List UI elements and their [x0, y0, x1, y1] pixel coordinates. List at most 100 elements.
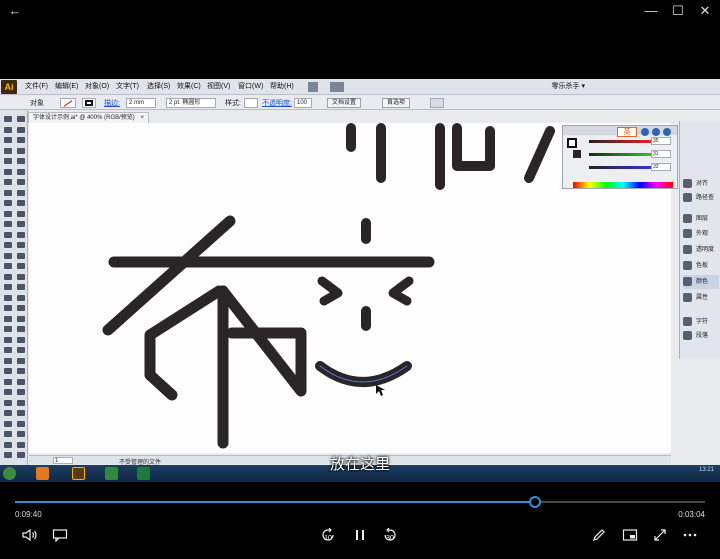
brush-definition-field[interactable]: 2 pt. 椭圆形 [166, 98, 216, 108]
tool-icon[interactable] [15, 366, 27, 376]
tool-icon[interactable] [2, 125, 14, 135]
tool-icon[interactable] [2, 156, 14, 166]
tool-icon[interactable] [15, 219, 27, 229]
bridge-icon[interactable] [308, 82, 318, 92]
tool-icon[interactable] [15, 188, 27, 198]
tool-icon[interactable] [15, 261, 27, 271]
close-button[interactable]: ✕ [696, 2, 714, 20]
tool-icon[interactable] [15, 177, 27, 187]
style-swatch[interactable] [244, 98, 258, 108]
tool-icon[interactable] [2, 135, 14, 145]
tool-icon[interactable] [15, 293, 27, 303]
tool-icon[interactable] [2, 240, 14, 250]
tool-icon[interactable] [15, 251, 27, 261]
tool-icon[interactable] [2, 440, 14, 450]
menu-object[interactable]: 对象(O) [85, 81, 109, 91]
tool-icon[interactable] [15, 209, 27, 219]
menu-select[interactable]: 选择(S) [147, 81, 170, 91]
tool-icon[interactable] [2, 114, 14, 124]
tool-icon[interactable] [15, 398, 27, 408]
ime-punctuation-icon[interactable] [652, 128, 660, 136]
tool-icon[interactable] [2, 408, 14, 418]
close-tab-icon[interactable]: × [140, 115, 144, 121]
tool-icon[interactable] [15, 324, 27, 334]
video-frame[interactable]: Ai 文件(F) 编辑(E) 对象(O) 文字(T) 选择(S) 效果(C) 视… [0, 79, 720, 482]
menu-view[interactable]: 视图(V) [207, 81, 230, 91]
tool-icon[interactable] [2, 209, 14, 219]
tool-icon[interactable] [2, 429, 14, 439]
tool-icon[interactable] [15, 198, 27, 208]
tool-icon[interactable] [2, 261, 14, 271]
seek-bar[interactable] [15, 496, 705, 508]
tool-icon[interactable] [15, 230, 27, 240]
tool-icon[interactable] [15, 272, 27, 282]
edit-button[interactable] [589, 528, 609, 546]
tool-icon[interactable] [2, 356, 14, 366]
tool-icon[interactable] [2, 177, 14, 187]
menu-file[interactable]: 文件(F) [25, 81, 48, 91]
maximize-button[interactable]: ☐ [669, 2, 687, 20]
tool-icon[interactable] [15, 167, 27, 177]
panel-item-align[interactable]: 对齐 [683, 177, 708, 191]
tool-icon[interactable] [2, 146, 14, 156]
blue-slider[interactable] [589, 166, 651, 169]
tool-icon[interactable] [2, 387, 14, 397]
tool-icon[interactable] [15, 156, 27, 166]
tool-icon[interactable] [15, 345, 27, 355]
panel-item-character[interactable]: 字符 [683, 315, 708, 329]
green-value[interactable]: 31 [651, 150, 671, 158]
stroke-color-swatch[interactable] [573, 150, 581, 158]
tool-icon[interactable] [2, 219, 14, 229]
menu-edit[interactable]: 编辑(E) [55, 81, 78, 91]
tool-icon[interactable] [15, 135, 27, 145]
ime-moon-icon[interactable] [641, 128, 649, 136]
tool-icon[interactable] [2, 282, 14, 292]
preferences-button[interactable]: 首选项 [382, 98, 411, 108]
tool-icon[interactable] [15, 282, 27, 292]
tool-icon[interactable] [15, 146, 27, 156]
document-tab[interactable]: 字体设计示例.ai* @ 400% (RGB/预览) × [28, 112, 149, 123]
color-spectrum[interactable] [573, 182, 673, 188]
ime-language-badge[interactable]: 英 [617, 127, 637, 137]
tool-icon[interactable] [15, 419, 27, 429]
tool-icon[interactable] [2, 366, 14, 376]
forward-button[interactable]: 30 [380, 527, 400, 546]
seek-handle[interactable] [528, 496, 541, 508]
document-setup-button[interactable]: 文档设置 [327, 98, 362, 108]
tool-icon[interactable] [2, 419, 14, 429]
tool-icon[interactable] [2, 377, 14, 387]
tool-icon[interactable] [2, 398, 14, 408]
tool-icon[interactable] [2, 188, 14, 198]
tool-icon[interactable] [15, 303, 27, 313]
volume-button[interactable] [20, 528, 40, 546]
menu-help[interactable]: 帮助(H) [270, 81, 294, 91]
subtitles-button[interactable] [50, 528, 70, 546]
tool-icon[interactable] [2, 198, 14, 208]
panel-item-swatches[interactable]: 色板 [683, 259, 708, 273]
menu-effect[interactable]: 效果(C) [177, 81, 201, 91]
fill-stroke-swatch[interactable] [567, 138, 577, 148]
tool-icon[interactable] [15, 125, 27, 135]
panel-item-attributes[interactable]: 属性 [683, 291, 708, 305]
align-shortcut-icon[interactable] [430, 98, 444, 108]
tool-icon[interactable] [15, 387, 27, 397]
green-slider[interactable] [589, 153, 651, 156]
tool-icon[interactable] [2, 303, 14, 313]
panel-item-paragraph[interactable]: 段落 [683, 329, 708, 343]
mini-player-button[interactable] [620, 528, 640, 546]
tool-icon[interactable] [15, 377, 27, 387]
workspace-switcher[interactable]: 零乐杀手 ▾ [552, 81, 585, 91]
pause-button[interactable] [350, 528, 370, 546]
fill-swatch[interactable] [60, 98, 76, 108]
tool-icon[interactable] [15, 356, 27, 366]
menu-window[interactable]: 窗口(W) [238, 81, 263, 91]
panel-item-pathfinder[interactable]: 路径查 [683, 191, 714, 205]
tool-icon[interactable] [2, 314, 14, 324]
red-slider[interactable] [589, 140, 651, 143]
fullscreen-button[interactable] [650, 528, 670, 546]
panel-item-layers[interactable]: 图层 [683, 212, 708, 226]
tool-icon[interactable] [2, 167, 14, 177]
tool-icon[interactable] [2, 272, 14, 282]
minimize-button[interactable]: — [642, 2, 660, 20]
tool-icon[interactable] [15, 335, 27, 345]
